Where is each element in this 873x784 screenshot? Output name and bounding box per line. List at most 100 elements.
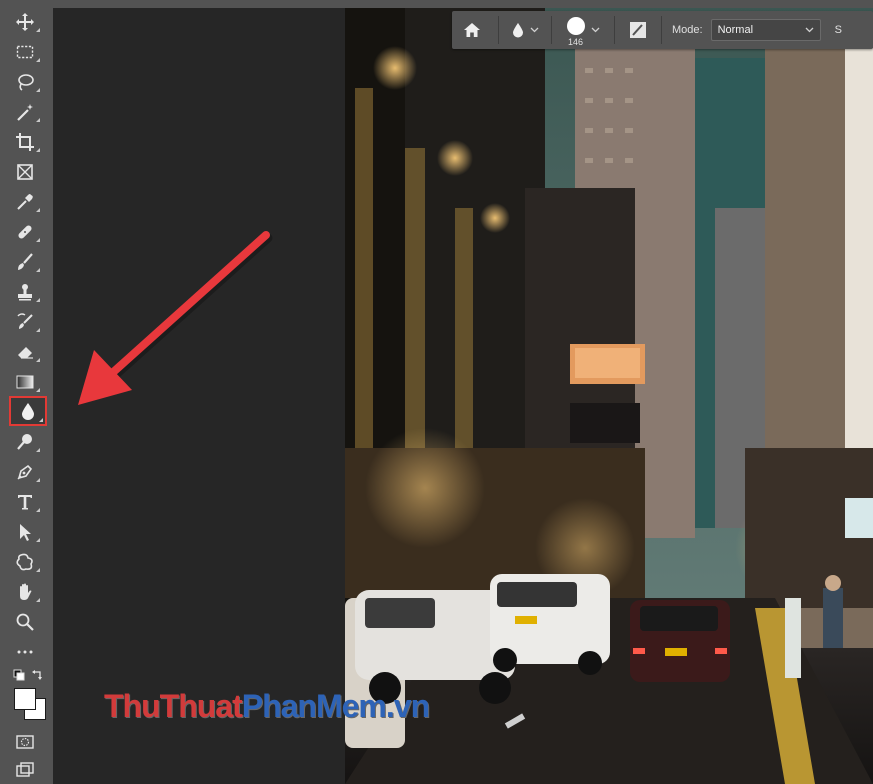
bandage-icon xyxy=(18,225,32,239)
tool-corner xyxy=(36,148,40,152)
path-selection-tool[interactable] xyxy=(8,520,42,544)
city-street-photo xyxy=(345,8,873,784)
color-swap-controls xyxy=(12,668,46,682)
chevron-down-icon xyxy=(805,27,814,33)
arrow-pointer-icon xyxy=(20,524,31,541)
mode-select[interactable]: Normal xyxy=(710,19,821,41)
screen-mode-button[interactable] xyxy=(8,758,42,782)
watermark-part: Thu xyxy=(104,688,161,724)
watermark-text: ThuThuatPhanMem.vn xyxy=(104,688,430,725)
lasso-tool[interactable] xyxy=(8,70,42,94)
type-tool[interactable] xyxy=(8,490,42,514)
gradient-tool[interactable] xyxy=(8,370,42,394)
top-strip xyxy=(53,0,873,8)
home-button[interactable] xyxy=(452,11,492,49)
move-tool[interactable] xyxy=(8,10,42,34)
dodge-icon xyxy=(17,434,32,450)
tool-corner xyxy=(36,118,40,122)
watermark-part: .vn xyxy=(385,688,430,724)
pen-icon xyxy=(17,464,33,480)
color-picker[interactable] xyxy=(14,688,46,720)
brush-tool[interactable] xyxy=(8,250,42,274)
mode-value: Normal xyxy=(717,24,754,36)
tool-corner xyxy=(36,508,40,512)
move-icon xyxy=(16,13,34,31)
magic-wand-tool[interactable] xyxy=(8,100,42,124)
eraser-tool[interactable] xyxy=(8,340,42,364)
crop-tool[interactable] xyxy=(8,130,42,154)
tool-corner xyxy=(36,238,40,242)
water-drop-icon xyxy=(22,403,34,420)
chevron-down-icon xyxy=(530,27,538,33)
history-brush-icon xyxy=(17,313,33,329)
strength-label: S xyxy=(834,24,842,36)
options-bar: 146 Mode: Normal S xyxy=(452,11,873,49)
document-image[interactable] xyxy=(345,8,873,784)
frame-icon xyxy=(17,164,33,180)
water-drop-icon xyxy=(512,23,523,38)
blur-tool[interactable] xyxy=(9,396,47,426)
mode-label: Mode: xyxy=(672,24,703,36)
dodge-tool[interactable] xyxy=(8,430,42,454)
hand-icon xyxy=(20,583,32,600)
tool-corner xyxy=(36,358,40,362)
annotation-arrow-icon xyxy=(78,231,273,405)
home-icon xyxy=(464,23,480,37)
tool-corner xyxy=(36,58,40,62)
tool-corner xyxy=(39,418,43,422)
separator xyxy=(661,16,662,44)
tools-panel xyxy=(0,0,53,784)
separator xyxy=(614,16,615,44)
chevron-down-icon xyxy=(591,27,599,33)
foreground-color-swatch[interactable] xyxy=(14,688,36,710)
tool-corner xyxy=(36,478,40,482)
brush-size-label: 146 xyxy=(568,37,584,47)
clone-stamp-tool[interactable] xyxy=(8,280,42,304)
quick-mask-icon xyxy=(16,735,34,749)
lasso-icon xyxy=(18,74,34,91)
hand-tool[interactable] xyxy=(8,580,42,604)
magic-wand-icon xyxy=(17,104,33,121)
type-icon xyxy=(18,495,32,510)
history-brush-tool[interactable] xyxy=(8,310,42,334)
watermark-part: Mem xyxy=(315,688,387,724)
quick-mask-button[interactable] xyxy=(8,730,42,754)
brush-icon xyxy=(18,253,33,270)
tool-corner xyxy=(36,538,40,542)
tool-corner xyxy=(36,568,40,572)
marquee-icon xyxy=(16,45,34,59)
watermark-part: Thuat xyxy=(159,688,243,724)
tool-preset-picker[interactable] xyxy=(505,11,545,49)
zoom-tool[interactable] xyxy=(8,610,42,634)
healing-brush-tool[interactable] xyxy=(8,220,42,244)
brush-preset-picker[interactable]: 146 xyxy=(558,11,608,49)
tool-corner xyxy=(36,28,40,32)
default-colors-icon[interactable] xyxy=(13,669,25,681)
separator xyxy=(498,16,499,44)
brush-tip-icon xyxy=(566,17,585,35)
tool-corner xyxy=(36,388,40,392)
shape-icon xyxy=(16,553,33,571)
tool-corner xyxy=(36,208,40,212)
eyedropper-icon xyxy=(17,194,33,210)
zoom-icon xyxy=(16,613,34,631)
eyedropper-tool[interactable] xyxy=(8,190,42,214)
brush-settings-button[interactable] xyxy=(621,11,655,49)
separator xyxy=(551,16,552,44)
tool-corner xyxy=(36,88,40,92)
eraser-icon xyxy=(18,347,33,359)
tool-corner xyxy=(36,448,40,452)
edit-toolbar-button[interactable] xyxy=(8,640,42,664)
swap-colors-icon[interactable] xyxy=(32,670,42,680)
screen-mode-icon xyxy=(16,762,34,777)
stamp-icon xyxy=(18,284,32,301)
frame-tool[interactable] xyxy=(8,160,42,184)
rectangular-marquee-tool[interactable] xyxy=(8,40,42,64)
tool-corner xyxy=(36,328,40,332)
tool-corner xyxy=(36,298,40,302)
tool-corner xyxy=(36,598,40,602)
more-icon xyxy=(17,650,33,654)
custom-shape-tool[interactable] xyxy=(8,550,42,574)
pen-tool[interactable] xyxy=(8,460,42,484)
crop-icon xyxy=(16,133,34,151)
